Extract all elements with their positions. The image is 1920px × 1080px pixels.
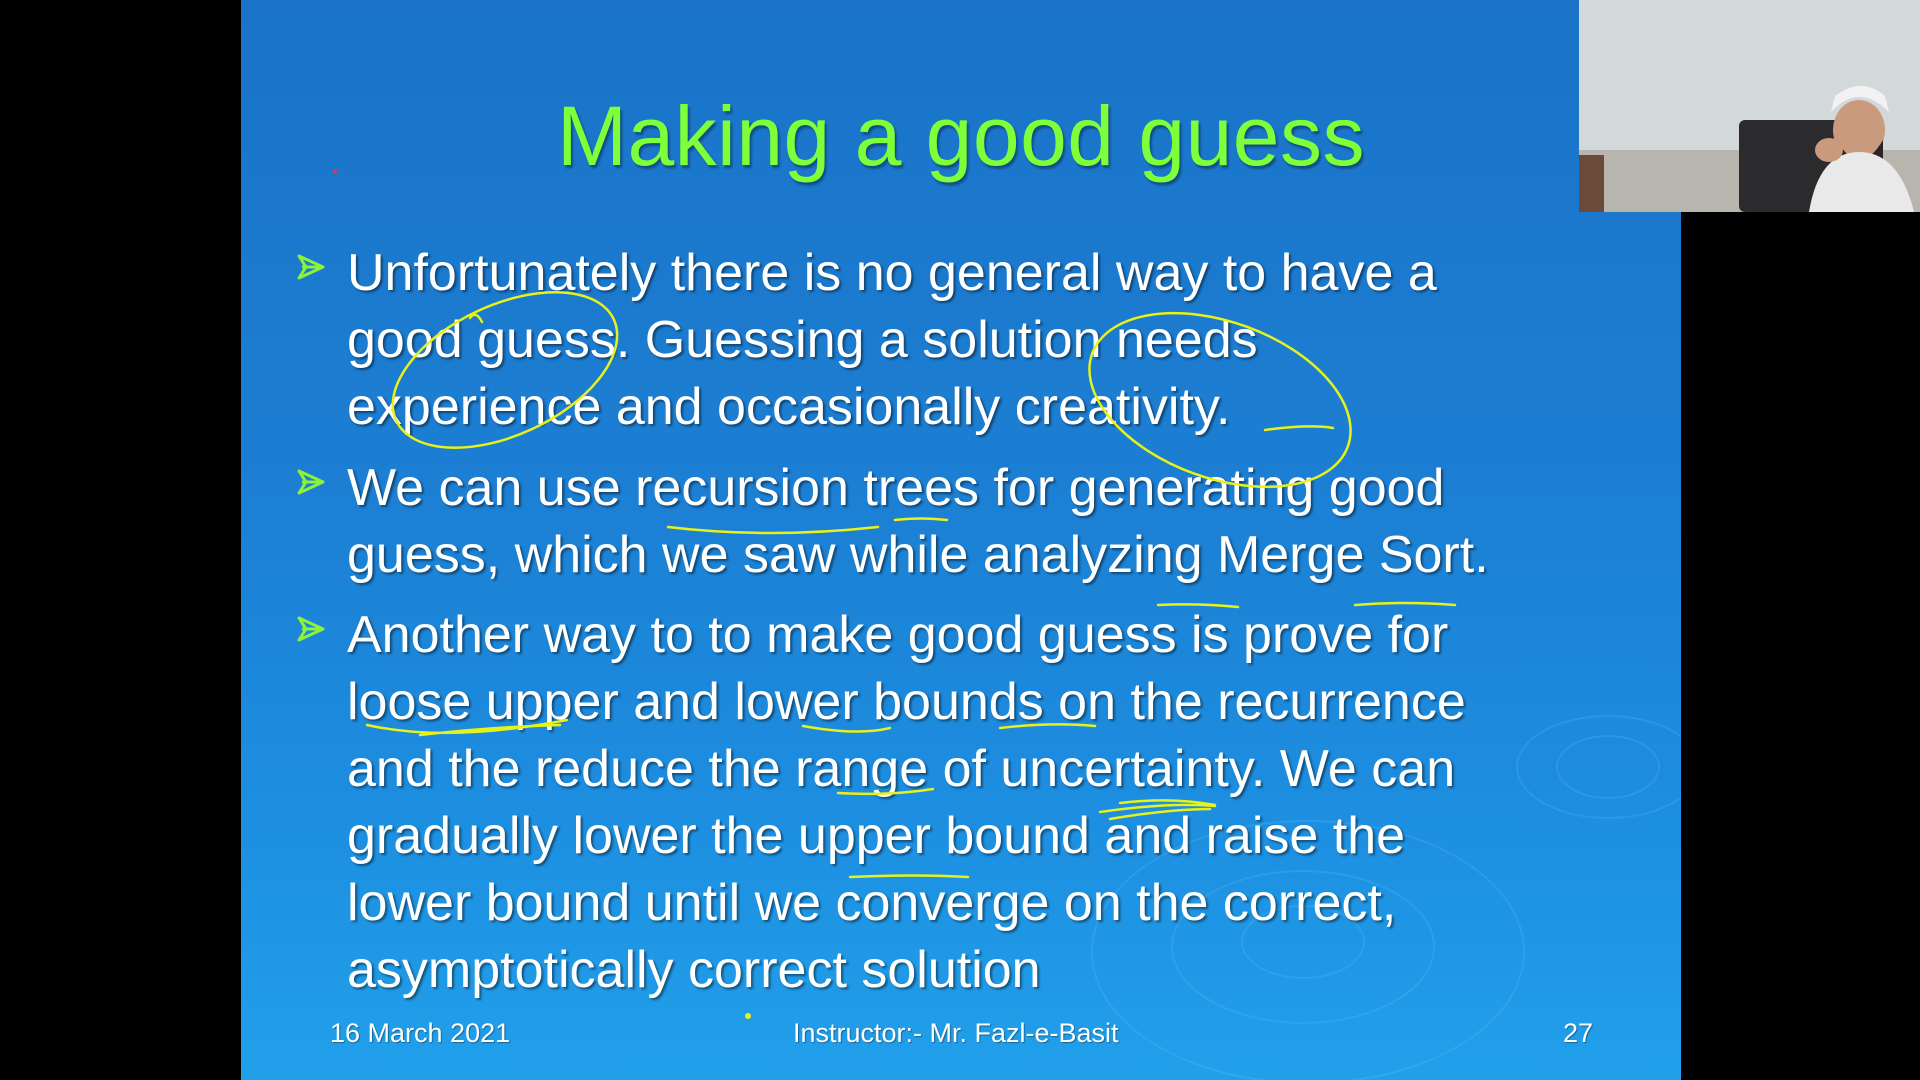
arrow-bullet-icon [297,616,325,642]
arrow-bullet-icon [297,469,325,495]
arrow-bullet-icon [297,254,325,280]
bullet-2-text: We can use recursion trees for generatin… [347,459,1489,584]
slide: Making a good guess Unfortunately there … [241,0,1681,1080]
bullet-1-text: Unfortunately there is no general way to… [347,244,1437,436]
footer-page-number: 27 [1563,1018,1594,1048]
bullet-3-text: Another way to to make good guess is pro… [347,606,1466,999]
slide-title: Making a good guess [556,89,1366,183]
footer-instructor: Instructor:- Mr. Fazl-e-Basit [793,1018,1119,1048]
footer-date: 16 March 2021 [330,1018,511,1048]
webcam-feed [1579,0,1920,212]
webcam-scene [1579,0,1920,212]
